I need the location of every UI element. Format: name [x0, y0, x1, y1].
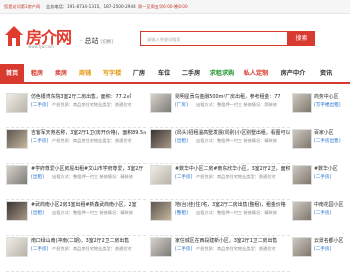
business-hours: 周一至周五早6:00-晚8:00: [138, 4, 188, 9]
house-logo-icon: [5, 26, 23, 46]
nav-factory[interactable]: 厂房: [128, 64, 150, 84]
listing-title[interactable]: (局头)招租温高墅发展(局别)小区别墅出租，看图可以: [175, 129, 290, 136]
listing-title[interactable]: 吉客军天苑名称，3室2厅1卫(房开价格)，面积89.5㎡: [31, 129, 146, 136]
nav-secondhand[interactable]: 二手房: [178, 64, 204, 84]
listing-area: 仿色银湾东院3室2厅二房出售，面积：77.2㎡ [二手房] 产权性质：商品房住宅…: [0, 92, 350, 272]
listing-title[interactable]: 地(台)佳(住)宅，3室2厅二房出售(整租)，租金价格: [175, 201, 290, 208]
listing-card[interactable]: #学府尊爱小区房屋出租#文山市学府尊爱，3室2厅 [出租] 出租方式：整租押一付…: [6, 164, 146, 200]
side-listing-column: 商务中心区 [写字楼出租] 百家小区 [二手房出售] #数华小区 [二手房] 中…: [292, 92, 350, 263]
listing-tag[interactable]: [出租]: [31, 210, 44, 216]
site-logo[interactable]: 房介网 www.fjw.com: [4, 23, 76, 55]
side-listing-title[interactable]: 百家小区: [314, 129, 350, 136]
listing-photo[interactable]: [150, 129, 172, 149]
side-listing-card[interactable]: 商务中心区 [写字楼出租]: [292, 92, 350, 128]
listing-photo[interactable]: [6, 129, 28, 149]
side-listing-tag[interactable]: [写字楼出租]: [314, 102, 350, 108]
listing-title[interactable]: #学府尊爱小区房屋出租#文山市学府尊爱，3室2厅: [31, 165, 146, 172]
side-listing-tag[interactable]: [二手房]: [314, 246, 350, 252]
listing-desc: 出租方式：整租押一付三 装修情况：精装修: [52, 174, 133, 179]
listing-card[interactable]: 南口绿山南(冲南(二期)，3室2厅2卫二房出售 [二手房] 产权性质：商品房住宅…: [6, 236, 146, 272]
side-listing-card[interactable]: 百家小区 [二手房出售]: [292, 128, 350, 164]
side-listing-title[interactable]: #数华小区: [314, 165, 350, 172]
listing-desc: 出租方式：整租押一付三 装修情况：精装修: [196, 210, 277, 215]
listing-tag[interactable]: [出租]: [175, 138, 188, 144]
listing-card[interactable]: (局头)招租温高墅发展(局别)小区别墅出租，看图可以 [出租] 出租方式：整租押…: [150, 128, 290, 164]
nav-news[interactable]: 资讯: [314, 64, 338, 84]
listing-tag[interactable]: [二手房]: [175, 246, 192, 252]
listing-title[interactable]: #武商南小区2房3室出租#新鑫武商南小区，2室: [31, 201, 146, 208]
side-listing-card[interactable]: 中南花园小区 [二手房]: [292, 200, 350, 236]
listing-title[interactable]: 仿色银湾东院3室2厅二房出售，面积：77.2㎡: [31, 93, 146, 100]
side-listing-title[interactable]: 中南花园小区: [314, 201, 350, 208]
listing-tag[interactable]: [厂房]: [175, 102, 188, 108]
nav-rent[interactable]: 租房: [26, 64, 48, 84]
search-input[interactable]: 请输入关键词搜索: [140, 31, 288, 46]
station-switcher[interactable]: · 总站 [切换]: [80, 36, 113, 46]
listing-card[interactable]: #数华中小区二房#南东欣华小区，3室2厅2卫，面积 [二手房] 产权性质：商品房…: [150, 164, 290, 200]
nav-sale[interactable]: 卖房: [50, 64, 72, 84]
nav-parking[interactable]: 车位: [153, 64, 175, 84]
side-listing-photo[interactable]: [292, 129, 312, 149]
listing-title[interactable]: 南口绿山南(冲南(二期)，3室2厅2卫二房出售: [31, 237, 146, 244]
listing-desc: 出租方式：整租押一付三 装修情况：精装修: [52, 210, 133, 215]
station-name: 总站: [84, 37, 99, 45]
nav-wanted[interactable]: 求租求购: [206, 64, 238, 84]
listing-photo[interactable]: [150, 165, 172, 185]
side-listing-photo[interactable]: [292, 201, 312, 221]
top-bar: 您是访问第1房产网 业务电话：191-8734-1315、187-2500-29…: [0, 0, 350, 14]
listing-card[interactable]: 吉客军天苑名称，3室2厅1卫(房开价格)，面积89.5㎡ [二手房] 产权性质：…: [6, 128, 146, 164]
side-listing-tag[interactable]: [二手房]: [314, 174, 350, 180]
nav-shops[interactable]: 商铺: [74, 64, 96, 84]
hotline-text: 业务电话：191-8734-1315、187-2500-2944: [46, 4, 136, 9]
side-listing-photo[interactable]: [292, 165, 312, 185]
listing-tag[interactable]: [二手房]: [31, 138, 48, 144]
listing-title[interactable]: 昆明星贡鸟金融500m²厂房出租，参考租金：77: [175, 93, 290, 100]
listing-card[interactable]: 地(台)佳(住)宅，3室2厅二房出售(整租)，租金价格 [整租] 出租方式：整租…: [150, 200, 290, 236]
listing-desc: 产权性质：商品房住宅物业类型：普通住宅: [196, 246, 276, 251]
brand-domain: www.fjw.com: [28, 44, 54, 49]
listing-photo[interactable]: [6, 93, 28, 113]
side-listing-photo[interactable]: [292, 237, 312, 257]
nav-offices[interactable]: 写字楼: [99, 64, 125, 84]
listing-desc: 出租方式：整租押一付三 装修情况：精装修: [196, 138, 277, 143]
listing-tag[interactable]: [整租]: [175, 210, 188, 216]
listing-desc: 产权性质：商品房住宅物业类型：普通住宅: [196, 174, 276, 179]
listing-photo[interactable]: [150, 201, 172, 221]
side-listing-tag[interactable]: [二手房]: [314, 210, 350, 216]
station-switch-link[interactable]: [切换]: [100, 40, 113, 45]
listing-tag[interactable]: [二手房]: [31, 102, 48, 108]
listing-tag[interactable]: [二手房]: [175, 174, 192, 180]
listing-desc: 产权性质：商品房住宅物业类型：普通住宅: [52, 102, 132, 107]
listing-desc: 产权性质：商品房住宅物业类型：普通住宅: [52, 246, 132, 251]
side-listing-title[interactable]: 商务中心区: [314, 93, 350, 100]
listing-title[interactable]: #数华中小区二房#南东欣华小区，3室2厅2卫，面积: [175, 165, 290, 172]
listing-photo[interactable]: [6, 237, 28, 257]
listing-tag[interactable]: [出租]: [31, 174, 44, 180]
side-listing-card[interactable]: 云景名都小区 [二手房]: [292, 236, 350, 272]
listing-card[interactable]: 家住城区在西段建新小区，3室2厅1卫二房出售 [二手房] 产权性质：商品房住宅物…: [150, 236, 290, 272]
listing-card[interactable]: #武商南小区2房3室出租#新鑫武商南小区，2室 [出租] 出租方式：整租押一付三…: [6, 200, 146, 236]
listing-card[interactable]: 昆明星贡鸟金融500m²厂房出租，参考租金：77 [厂房] 出租方式：整租押一付…: [150, 92, 290, 128]
side-listing-card[interactable]: #数华小区 [二手房]: [292, 164, 350, 200]
listing-photo[interactable]: [150, 237, 172, 257]
search-button[interactable]: 搜索: [288, 31, 315, 46]
side-listing-title[interactable]: 云景名都小区: [314, 237, 350, 244]
nav-agency[interactable]: 房产中介: [276, 64, 310, 84]
listing-tag[interactable]: [二手房]: [31, 246, 48, 252]
listing-card[interactable]: 仿色银湾东院3室2厅二房出售，面积：77.2㎡ [二手房] 产权性质：商品房住宅…: [6, 92, 146, 128]
header: 房介网 www.fjw.com · 总站 [切换] 请输入关键词搜索 搜索: [0, 14, 350, 60]
side-listing-tag[interactable]: [二手房出售]: [314, 138, 350, 144]
listing-photo[interactable]: [150, 93, 172, 113]
listing-photo[interactable]: [6, 201, 28, 221]
listing-desc: 出租方式：整租押一付三 装修情况：简装修: [196, 102, 277, 107]
nav-home[interactable]: 首页: [0, 64, 24, 84]
listing-desc: 产权性质：商品房住宅物业类型：普通住宅: [52, 138, 132, 143]
welcome-text[interactable]: 您是访问第1房产网: [4, 4, 40, 10]
listing-title[interactable]: 家住城区在西段建新小区，3室2厅1卫二房出售: [175, 237, 290, 244]
side-listing-photo[interactable]: [292, 93, 312, 113]
main-nav: 首页 租房 卖房 商铺 写字楼 厂房 车位 二手房 求租求购 私人定制 房产中介…: [0, 64, 350, 84]
nav-custom[interactable]: 私人定制: [240, 64, 272, 84]
listing-photo[interactable]: [6, 165, 28, 185]
